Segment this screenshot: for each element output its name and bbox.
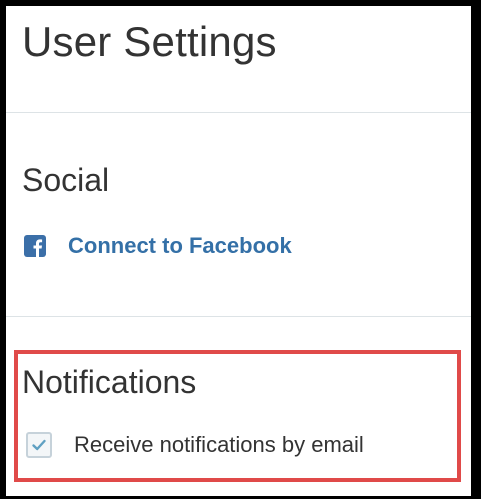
connect-facebook-label[interactable]: Connect to Facebook [68,233,292,259]
section-divider [6,316,471,317]
email-notifications-checkbox-row[interactable]: Receive notifications by email [26,432,364,458]
section-divider [6,112,471,113]
notifications-section-title: Notifications [22,364,197,400]
facebook-icon [24,235,46,257]
connect-facebook-link[interactable]: Connect to Facebook [24,233,292,259]
page-title: User Settings [22,18,277,65]
email-notifications-checkbox[interactable] [26,432,52,458]
social-section-title: Social [22,162,110,198]
email-notifications-label[interactable]: Receive notifications by email [74,432,364,458]
checkmark-icon [32,439,46,451]
